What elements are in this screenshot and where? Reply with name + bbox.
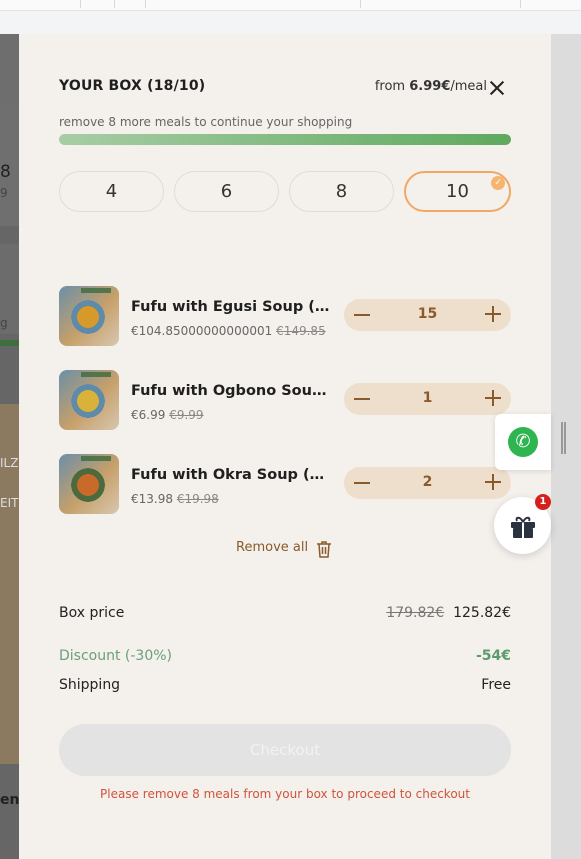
box-price-label: Box price xyxy=(59,605,125,621)
background-divider xyxy=(80,0,81,8)
cart-hint: remove 8 more meals to continue your sho… xyxy=(59,115,353,129)
meal-old-price: €149.85 xyxy=(276,324,326,338)
meal-price: €6.99 xyxy=(131,408,166,422)
box-price-values: 179.82€ 125.82€ xyxy=(386,605,511,621)
shipping-row: Shipping Free xyxy=(59,677,511,693)
background-text: en xyxy=(0,792,19,808)
shipping-value: Free xyxy=(481,677,511,693)
checkout-button[interactable]: Checkout xyxy=(59,724,511,776)
box-size-label: 6 xyxy=(220,181,233,202)
box-price-value: 125.82€ xyxy=(453,605,511,621)
box-size-option[interactable]: 4 xyxy=(59,171,164,212)
quantity-value: 2 xyxy=(422,474,433,490)
plus-icon[interactable] xyxy=(484,305,502,323)
meal-name: Fufu with Okra Soup (10... xyxy=(131,467,331,483)
scroll-handle[interactable] xyxy=(561,422,566,454)
box-size-label: 8 xyxy=(335,181,348,202)
background-progress xyxy=(0,340,19,346)
quantity-stepper: 1 xyxy=(344,383,511,415)
meal-prices: €104.85000000000001 €149.85 xyxy=(131,324,326,338)
gift-icon xyxy=(511,516,535,538)
background-divider xyxy=(145,0,146,8)
quantity-value: 1 xyxy=(422,390,433,406)
background-divider xyxy=(114,0,115,8)
box-price-old: 179.82€ xyxy=(386,605,445,621)
box-progress-fill xyxy=(59,134,511,145)
meal-price: €13.98 xyxy=(131,492,173,506)
from-label: from xyxy=(374,79,406,94)
quantity-stepper: 15 xyxy=(344,299,511,331)
check-icon: ✓ xyxy=(491,176,505,190)
price-per-meal: from 6.99€/meal xyxy=(375,79,487,94)
discount-row: Discount (-30%) -54€ xyxy=(59,648,511,664)
background-text: 8 xyxy=(0,162,11,182)
cart-item: Fufu with Egusi Soup (10... €104.8500000… xyxy=(59,286,511,348)
background-divider xyxy=(520,0,521,8)
gift-badge: 1 xyxy=(535,494,551,510)
minus-icon[interactable] xyxy=(352,391,372,407)
background-page-right xyxy=(551,34,581,859)
meal-old-price: €19.98 xyxy=(176,492,219,506)
box-size-label: 10 xyxy=(446,181,469,202)
quantity-stepper: 2 xyxy=(344,467,511,499)
discount-value: -54€ xyxy=(475,648,511,664)
discount-label: Discount (-30%) xyxy=(59,648,173,664)
whatsapp-button[interactable]: ✆ xyxy=(495,414,551,470)
remove-all-button[interactable]: Remove all xyxy=(236,540,308,555)
box-size-option-selected[interactable]: 10 ✓ xyxy=(404,171,511,212)
box-price-row: Box price 179.82€ 125.82€ xyxy=(59,605,511,621)
meal-thumbnail xyxy=(59,286,119,346)
meal-name: Fufu with Ogbono Soup... xyxy=(131,383,331,399)
from-price: 6.99€ xyxy=(409,79,451,94)
close-icon[interactable] xyxy=(487,78,507,98)
box-size-option[interactable]: 8 xyxy=(289,171,394,212)
box-size-label: 4 xyxy=(105,181,118,202)
plus-icon[interactable] xyxy=(484,473,502,491)
meal-name: Fufu with Egusi Soup (10... xyxy=(131,299,331,315)
whatsapp-icon: ✆ xyxy=(508,427,538,457)
shipping-label: Shipping xyxy=(59,677,121,693)
cart-item: Fufu with Ogbono Soup... €6.99 €9.99 1 xyxy=(59,370,511,432)
meal-thumbnail xyxy=(59,370,119,430)
quantity-value: 15 xyxy=(417,306,438,322)
cart-item: Fufu with Okra Soup (10... €13.98 €19.98… xyxy=(59,454,511,516)
cart-drawer: YOUR BOX (18/10) from 6.99€/meal remove … xyxy=(19,34,551,859)
minus-icon[interactable] xyxy=(352,475,372,491)
background-page-left: 8 9 g ILZ EIT en xyxy=(0,34,19,859)
box-size-options: 4 6 8 10 ✓ xyxy=(59,171,511,215)
checkout-warning: Please remove 8 meals from your box to p… xyxy=(100,787,470,801)
meal-price: €104.85000000000001 xyxy=(131,324,273,338)
box-progress-bar xyxy=(59,134,511,145)
background-text: 9 xyxy=(0,186,8,200)
background-text: g xyxy=(0,316,8,330)
background-divider xyxy=(360,0,361,8)
from-suffix: /meal xyxy=(450,79,487,94)
box-size-option[interactable]: 6 xyxy=(174,171,279,212)
trash-icon[interactable] xyxy=(316,540,332,558)
background-text: EIT xyxy=(0,496,19,510)
background-card xyxy=(0,34,19,106)
minus-icon[interactable] xyxy=(352,307,372,323)
cart-title: YOUR BOX (18/10) xyxy=(59,78,206,94)
meal-old-price: €9.99 xyxy=(169,408,204,422)
background-topbar xyxy=(0,0,581,11)
meal-thumbnail xyxy=(59,454,119,514)
background-text: ILZ xyxy=(0,456,19,470)
meal-prices: €13.98 €19.98 xyxy=(131,492,219,506)
meal-prices: €6.99 €9.99 xyxy=(131,408,204,422)
plus-icon[interactable] xyxy=(484,389,502,407)
